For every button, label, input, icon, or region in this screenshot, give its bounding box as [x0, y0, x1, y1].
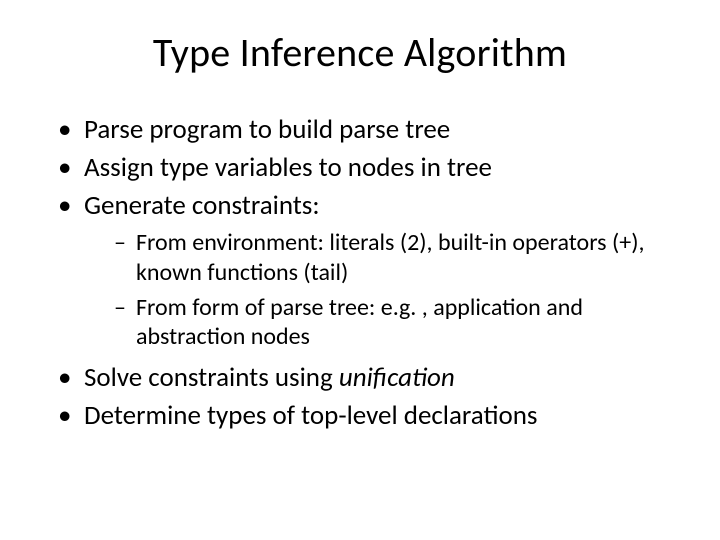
bullet-text-italic: unification: [339, 361, 455, 394]
sub-bullet-item: From environment: literals (2), built-in…: [114, 228, 670, 287]
bullet-text-pre: Solve constraints using: [84, 361, 339, 394]
sub-bullet-item: From form of parse tree: e.g. , applicat…: [114, 293, 670, 352]
slide: Type Inference Algorithm Parse program t…: [0, 0, 720, 540]
slide-title: Type Inference Algorithm: [50, 28, 670, 77]
bullet-list: Parse program to build parse tree Assign…: [50, 113, 670, 433]
bullet-item: Solve constraints using unification: [58, 361, 670, 395]
bullet-item: Determine types of top-level declaration…: [58, 399, 670, 433]
bullet-item: Assign type variables to nodes in tree: [58, 151, 670, 185]
bullet-item: Parse program to build parse tree: [58, 113, 670, 147]
bullet-item: Generate constraints: From environment: …: [58, 189, 670, 352]
sub-bullet-list: From environment: literals (2), built-in…: [84, 228, 670, 351]
bullet-text: Generate constraints:: [84, 189, 320, 222]
